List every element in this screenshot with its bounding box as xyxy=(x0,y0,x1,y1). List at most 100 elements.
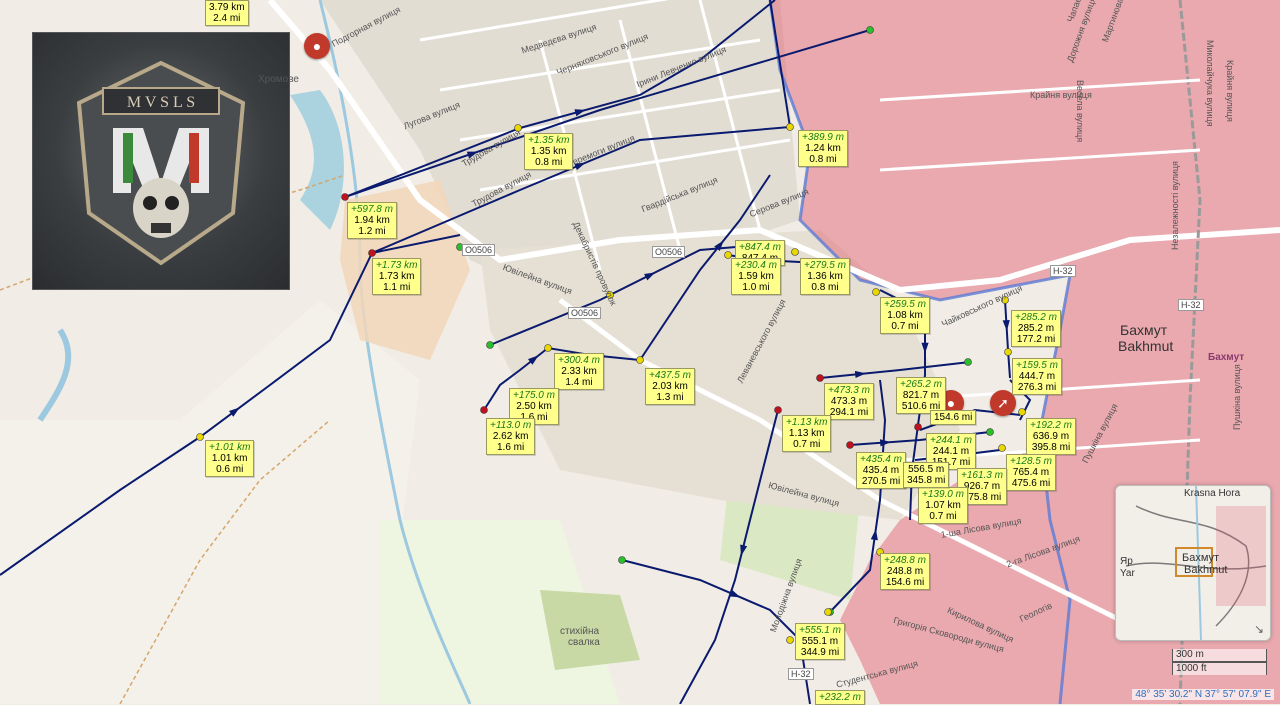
road-tag: H-32 xyxy=(1050,265,1076,277)
distance-label-mi: 1.0 mi xyxy=(742,282,770,293)
distance-label-total: 2.03 km xyxy=(652,381,688,392)
scale-bar: 300 m 1000 ft xyxy=(1172,649,1267,675)
distance-label-mi: 344.9 mi xyxy=(800,647,840,658)
distance-label-mi: 0.8 mi xyxy=(811,282,839,293)
waypoint-dot[interactable] xyxy=(791,248,799,256)
waypoint-dot[interactable] xyxy=(872,288,880,296)
distance-label-total: 2.62 km xyxy=(492,431,529,442)
distance-label-mi: 1.4 mi xyxy=(565,377,593,388)
start-point-dot[interactable] xyxy=(486,341,494,349)
scale-imperial: 1000 ft xyxy=(1172,662,1267,675)
minimap-left-1: Яр xyxy=(1120,556,1133,567)
distance-label-total: 435.4 m xyxy=(862,465,900,476)
city-label-en: Bakhmut xyxy=(1118,338,1174,354)
distance-label-mi: 294.1 mi xyxy=(829,407,869,418)
distance-label-total: 3.79 km xyxy=(209,2,245,13)
waypoint-dot[interactable] xyxy=(1018,408,1026,416)
distance-label-inc: +597.8 m xyxy=(351,204,393,215)
distance-label-total: 248.8 m xyxy=(886,566,924,577)
distance-label-inc: +473.3 m xyxy=(828,385,870,396)
distance-label: +128.5 m 765.4 m 475.6 mi xyxy=(1006,454,1056,491)
start-point-dot[interactable] xyxy=(986,428,994,436)
distance-label-inc: +300.4 m xyxy=(558,355,600,366)
distance-label-total: 2.33 km xyxy=(561,366,597,377)
waypoint-dot[interactable] xyxy=(544,344,552,352)
distance-label-mi: 0.8 mi xyxy=(809,154,837,165)
distance-label: +259.5 m 1.08 km 0.7 mi xyxy=(880,297,930,334)
distance-label-inc: +248.8 m xyxy=(884,555,926,566)
distance-label-inc: +175.0 m xyxy=(513,390,555,401)
distance-label-total: 1.01 km xyxy=(211,453,248,464)
start-point-dot[interactable] xyxy=(866,26,874,34)
distance-label-inc: +139.0 m xyxy=(922,489,964,500)
distance-label-total: 1.36 km xyxy=(807,271,843,282)
distance-label-total: 1.35 km xyxy=(530,146,567,157)
waypoint-dot[interactable] xyxy=(998,444,1006,452)
distance-label: +265.2 m 821.7 m 510.6 mi xyxy=(896,377,946,414)
distance-label-total: 285.2 m xyxy=(1017,323,1055,334)
end-point-dot[interactable] xyxy=(914,423,922,431)
distance-label: 154.6 mi xyxy=(930,410,977,425)
cursor-coordinates: 48° 35' 30.2" N 37° 57' 07.9" E xyxy=(1132,689,1274,700)
distance-label-mi: 475.6 mi xyxy=(1011,478,1051,489)
waypoint-dot[interactable] xyxy=(196,433,204,441)
minimap[interactable]: Krasna Hora Бахмут Bakhmut Яр Yar ↘ xyxy=(1115,485,1271,641)
distance-label-mi: 345.8 mi xyxy=(907,475,946,486)
distance-label-inc: +555.1 m xyxy=(799,625,841,636)
street-label: Крайня вулиця xyxy=(1225,60,1235,122)
distance-label: +285.2 m 285.2 m 177.2 mi xyxy=(1011,310,1061,347)
end-point-dot[interactable] xyxy=(480,406,488,414)
end-point-dot[interactable] xyxy=(368,249,376,257)
waypoint-dot[interactable] xyxy=(1004,348,1012,356)
distance-label-inc: +389.9 m xyxy=(802,132,844,143)
start-point-dot[interactable] xyxy=(618,556,626,564)
distance-label-total: 1.07 km xyxy=(925,500,961,511)
distance-label-total: 821.7 m xyxy=(902,390,940,401)
distance-label-mi: 0.7 mi xyxy=(793,439,821,450)
minimap-left-2: Yar xyxy=(1120,568,1135,579)
distance-label-total: 1.59 km xyxy=(738,271,774,282)
distance-label-inc: +265.2 m xyxy=(900,379,942,390)
distance-label: +159.5 m 444.7 m 276.3 mi xyxy=(1012,358,1062,395)
distance-label-mi: 0.7 mi xyxy=(929,511,957,522)
end-point-dot[interactable] xyxy=(341,193,349,201)
distance-label-mi: 177.2 mi xyxy=(1016,334,1056,345)
distance-label-inc: +232.2 m xyxy=(819,692,861,703)
distance-label: +1.13 km 1.13 km 0.7 mi xyxy=(782,415,832,452)
distance-label-mi: 2.4 mi xyxy=(213,13,241,24)
distance-label-inc: +1.73 km xyxy=(376,260,418,271)
distance-label-mi: 395.8 mi xyxy=(1031,442,1071,453)
minimap-top-label: Krasna Hora xyxy=(1184,488,1241,499)
distance-label-inc: +1.01 km xyxy=(209,442,251,453)
road-tag: H-32 xyxy=(788,668,814,680)
end-point-dot[interactable] xyxy=(846,441,854,449)
distance-label-total: 444.7 m xyxy=(1018,371,1056,382)
distance-label: +139.0 m 1.07 km 0.7 mi xyxy=(918,487,968,524)
distance-label-total: 1.24 km xyxy=(805,143,841,154)
distance-label-inc: +230.4 m xyxy=(735,260,777,271)
expand-arrow-icon[interactable]: ↘ xyxy=(1254,622,1264,636)
artillery-shell-icon[interactable]: ● xyxy=(304,33,330,59)
waypoint-dot[interactable] xyxy=(824,608,832,616)
distance-label-inc: +113.0 m xyxy=(490,420,532,431)
distance-label-inc: +159.5 m xyxy=(1016,360,1058,371)
distance-label: +437.5 m 2.03 km 1.3 mi xyxy=(645,368,695,405)
distance-label-mi: 1.3 mi xyxy=(656,392,684,403)
waypoint-dot[interactable] xyxy=(786,636,794,644)
distance-label: +113.0 m 2.62 km 1.6 mi xyxy=(486,418,536,455)
road-tag: O0506 xyxy=(462,244,496,256)
distance-label: 3.79 km 2.4 mi xyxy=(205,0,249,26)
waypoint-dot[interactable] xyxy=(636,356,644,364)
road-tag: O0506 xyxy=(652,246,686,258)
distance-label-total: 765.4 m xyxy=(1012,467,1050,478)
start-point-dot[interactable] xyxy=(964,358,972,366)
end-point-dot[interactable] xyxy=(774,406,782,414)
distance-label: +435.4 m 435.4 m 270.5 mi xyxy=(856,452,906,489)
distance-label-inc: +244.1 m xyxy=(930,435,972,446)
waypoint-dot[interactable] xyxy=(786,123,794,131)
village-label: Хромове xyxy=(258,74,299,85)
road-tag: O0506 xyxy=(568,307,602,319)
distance-label: 556.5 m 345.8 mi xyxy=(903,462,950,488)
end-point-dot[interactable] xyxy=(816,374,824,382)
distance-label-total: 636.9 m xyxy=(1032,431,1070,442)
